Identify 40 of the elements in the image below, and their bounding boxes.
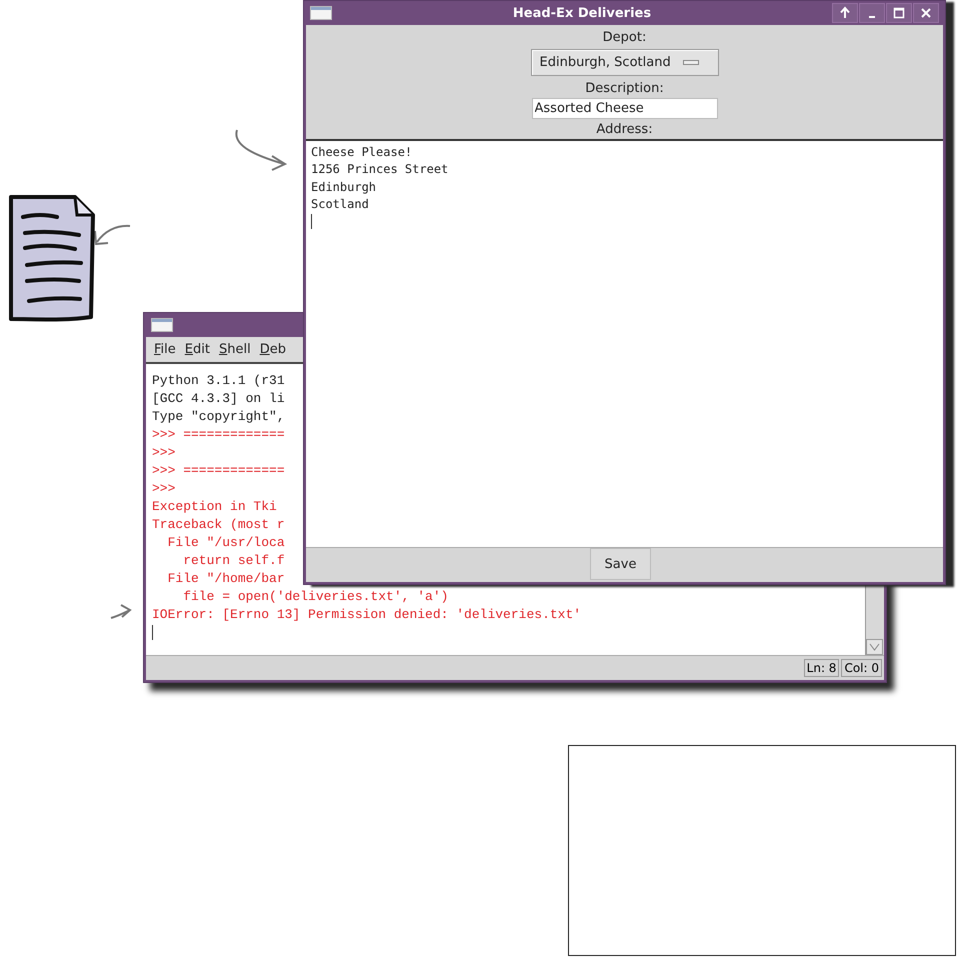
shell-line: >>> ============= (152, 427, 285, 442)
address-line: Scotland (311, 196, 369, 211)
address-line: Edinburgh (311, 180, 376, 194)
menu-item[interactable]: Edit (184, 342, 210, 357)
address-text-area[interactable]: Cheese Please! 1256 Princes Street Edinburgh Scotland (306, 139, 943, 547)
shell-line: Type "copyright", (152, 409, 285, 424)
description-field[interactable]: Assorted Cheese (532, 98, 718, 119)
menu-item[interactable]: Shell (218, 342, 251, 357)
shell-line: file = open('deliveries.txt', 'a') (182, 589, 448, 604)
menu-item[interactable]: Deb (260, 342, 286, 357)
shell-line: return self.f (182, 553, 285, 568)
menu-item[interactable]: File (154, 342, 176, 357)
shell-line: File "/usr/loca (166, 535, 285, 550)
shell-line: IOError: [Errno 13] Permission denied: 'deliveries.txt' (152, 607, 582, 622)
shell-line: Python 3.1.1 (r31 (152, 373, 285, 388)
save-button[interactable]: Save (590, 548, 651, 580)
shell-line: >>> (152, 481, 176, 496)
depot-label: Depot: (602, 29, 646, 47)
close-icon[interactable] (913, 3, 939, 23)
status-field: Col: 0 (841, 659, 882, 677)
status-field: Ln: 8 (804, 659, 840, 677)
shell-line: >>> (152, 445, 176, 460)
shell-line: Traceback (most r (152, 517, 285, 532)
minimize-icon[interactable] (859, 3, 885, 23)
shell-line: Exception in Tki (152, 499, 277, 514)
address-line: Cheese Please! (311, 145, 412, 159)
text-cursor-icon (152, 625, 153, 640)
address-label: Address: (596, 121, 653, 139)
maximize-icon[interactable] (886, 3, 912, 23)
text-cursor-icon (311, 214, 312, 230)
shell-line: File "/home/bar (166, 571, 285, 586)
scroll-down-icon[interactable] (866, 639, 883, 655)
description-label: Description: (585, 80, 664, 98)
shell-line: [GCC 4.3.3] on li (152, 391, 285, 406)
option-menu-icon (682, 60, 699, 65)
arrow-up-icon[interactable] (832, 3, 858, 23)
shell-line: >>> ============= (152, 463, 285, 478)
address-line: 1256 Princes Street (311, 162, 448, 176)
window-title: Head-Ex Deliveries (512, 6, 652, 20)
depot-dropdown[interactable]: Edinburgh, Scotland (530, 49, 718, 76)
